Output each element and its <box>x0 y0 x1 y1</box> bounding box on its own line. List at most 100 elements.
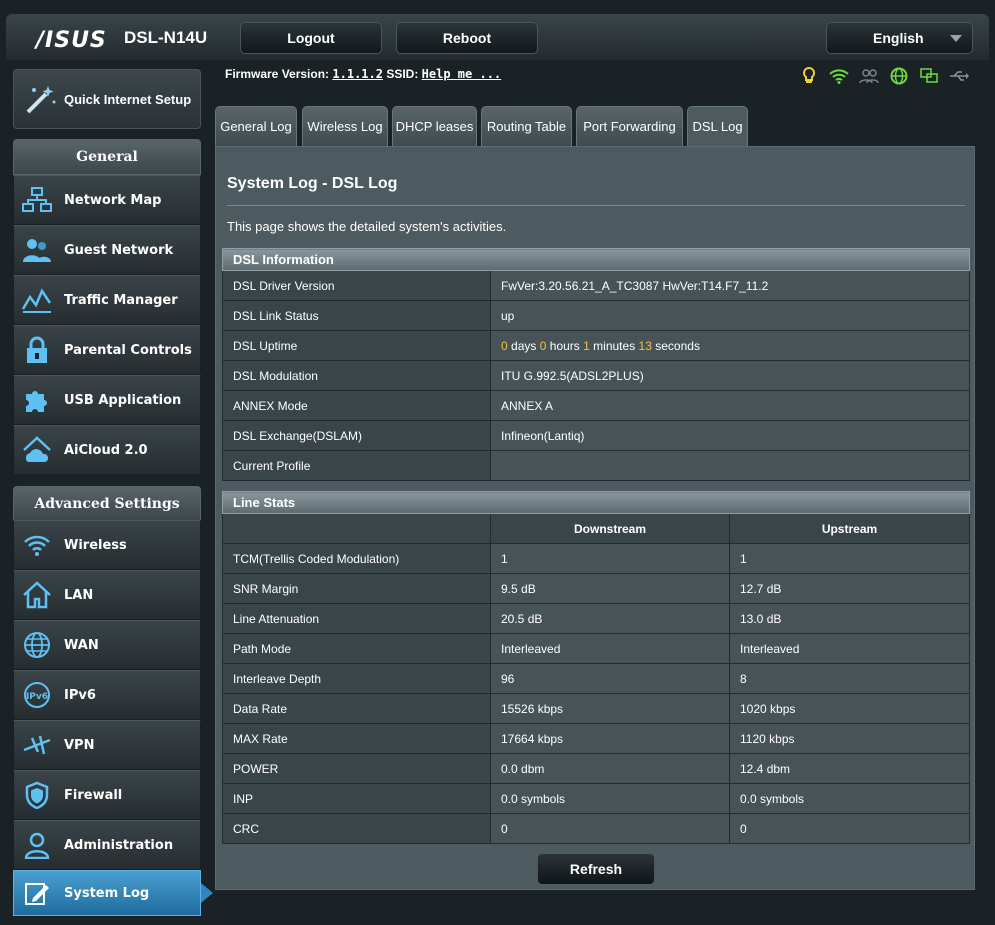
upstream-value: 1 <box>729 543 970 574</box>
table-row: MAX Rate 17664 kbps 1120 kbps <box>222 723 970 754</box>
sidebar-item-label: Wireless <box>64 537 127 553</box>
log-icon <box>22 878 52 908</box>
firmware-link[interactable]: 1.1.1.2 <box>332 67 383 81</box>
lightbulb-icon[interactable] <box>798 66 819 86</box>
sidebar-item-label: Administration <box>64 837 174 853</box>
sidebar-item-wan[interactable]: WAN <box>13 620 201 670</box>
sidebar-item-network-map[interactable]: Network Map <box>13 175 201 225</box>
row-key: POWER <box>222 753 491 784</box>
asus-logo: /ISUS <box>36 28 107 53</box>
tab-port-forwarding[interactable]: Port Forwarding <box>576 106 683 146</box>
upstream-value: Interleaved <box>729 633 970 664</box>
table-row: Current Profile <box>222 450 970 481</box>
sidebar-item-parental-controls[interactable]: Parental Controls <box>13 325 201 375</box>
table-row: CRC 0 0 <box>222 813 970 844</box>
wifi-icon[interactable] <box>828 66 849 86</box>
row-key: ANNEX Mode <box>222 390 491 421</box>
upstream-value: 12.7 dB <box>729 573 970 604</box>
downstream-value: 9.5 dB <box>490 573 730 604</box>
uptime-minutes: 1 <box>583 338 590 353</box>
sidebar-item-wireless[interactable]: Wireless <box>13 520 201 570</box>
downstream-value: 0.0 symbols <box>490 783 730 814</box>
refresh-button[interactable]: Refresh <box>537 853 655 885</box>
network-icon[interactable] <box>918 66 939 86</box>
table-row: DSL Uptime 0 days 0 hours 1 minutes 13 s… <box>222 330 970 361</box>
row-key: DSL Driver Version <box>222 270 491 301</box>
upstream-header: Upstream <box>729 513 970 544</box>
firmware-label: Firmware Version: <box>225 67 330 81</box>
table-row: POWER 0.0 dbm 12.4 dbm <box>222 753 970 784</box>
tab-wireless-log[interactable]: Wireless Log <box>302 106 388 146</box>
guest-network-icon <box>22 235 52 265</box>
sidebar-item-ipv6[interactable]: IPv6 IPv6 <box>13 670 201 720</box>
tab-dsl-log[interactable]: DSL Log <box>687 106 748 146</box>
downstream-value: 20.5 dB <box>490 603 730 634</box>
puzzle-icon <box>22 385 52 415</box>
sidebar-item-label: Network Map <box>64 192 162 208</box>
clients-icon[interactable] <box>858 66 879 86</box>
sidebar-item-label: IPv6 <box>64 687 96 703</box>
internet-globe-icon[interactable] <box>888 66 909 86</box>
upstream-value: 13.0 dB <box>729 603 970 634</box>
sidebar-item-system-log[interactable]: System Log <box>13 870 201 916</box>
language-label: English <box>873 30 924 46</box>
row-key: Data Rate <box>222 693 491 724</box>
main-panel: System Log - DSL Log This page shows the… <box>215 146 975 890</box>
tab-general-log[interactable]: General Log <box>215 106 297 146</box>
uptime-minutes-label: minutes <box>593 338 636 353</box>
downstream-value: 96 <box>490 663 730 694</box>
wifi-icon <box>22 530 52 560</box>
sidebar-item-vpn[interactable]: VPN <box>13 720 201 770</box>
usb-icon[interactable] <box>948 66 969 86</box>
quick-internet-setup-button[interactable]: Quick Internet Setup <box>13 69 201 129</box>
user-icon <box>22 830 52 860</box>
uptime-hours: 0 <box>539 338 547 353</box>
sidebar-item-aicloud[interactable]: AiCloud 2.0 <box>13 425 201 475</box>
cloud-icon <box>22 435 52 465</box>
row-key: MAX Rate <box>222 723 491 754</box>
sidebar-item-traffic-manager[interactable]: Traffic Manager <box>13 275 201 325</box>
table-row: DSL Link Status up <box>222 300 970 331</box>
ssid-link[interactable]: Help me ... <box>422 67 501 81</box>
sidebar-item-lan[interactable]: LAN <box>13 570 201 620</box>
tab-routing-table[interactable]: Routing Table <box>481 106 572 146</box>
reboot-button[interactable]: Reboot <box>396 22 538 54</box>
sidebar-item-label: AiCloud 2.0 <box>64 442 148 458</box>
sidebar-item-label: Firewall <box>64 787 123 803</box>
sidebar-item-usb-application[interactable]: USB Application <box>13 375 201 425</box>
sidebar-item-guest-network[interactable]: Guest Network <box>13 225 201 275</box>
sidebar-item-firewall[interactable]: Firewall <box>13 770 201 820</box>
line-stats-table: Line Stats Downstream Upstream TCM(Trell… <box>222 491 970 844</box>
title-divider <box>227 205 965 206</box>
sidebar-item-administration[interactable]: Administration <box>13 820 201 870</box>
dsl-information-caption: DSL Information <box>222 248 970 271</box>
uptime-seconds-label: seconds <box>655 338 700 353</box>
line-stats-caption: Line Stats <box>222 491 970 514</box>
downstream-value: Interleaved <box>490 633 730 664</box>
sidebar-item-label: WAN <box>64 637 99 653</box>
row-value: up <box>490 300 970 331</box>
top-banner: /ISUS DSL-N14U Logout Reboot English <box>6 14 989 60</box>
model-name: DSL-N14U <box>124 28 208 47</box>
upstream-value: 12.4 dbm <box>729 753 970 784</box>
row-key: DSL Uptime <box>222 330 491 361</box>
page-description: This page shows the detailed system's ac… <box>227 219 507 234</box>
table-row: DSL Exchange(DSLAM) Infineon(Lantiq) <box>222 420 970 451</box>
table-row: Path Mode Interleaved Interleaved <box>222 633 970 664</box>
table-row: TCM(Trellis Coded Modulation) 1 1 <box>222 543 970 574</box>
logout-button[interactable]: Logout <box>240 22 382 54</box>
row-key: DSL Modulation <box>222 360 491 391</box>
table-row: SNR Margin 9.5 dB 12.7 dB <box>222 573 970 604</box>
network-map-icon <box>22 185 52 215</box>
tab-dhcp-leases[interactable]: DHCP leases <box>392 106 477 146</box>
language-select[interactable]: English <box>826 22 973 54</box>
uptime-days-label: days <box>511 338 537 353</box>
row-value: FwVer:3.20.56.21_A_TC3087 HwVer:T14.F7_1… <box>490 270 970 301</box>
lock-icon <box>22 335 52 365</box>
row-key: TCM(Trellis Coded Modulation) <box>222 543 491 574</box>
downstream-header: Downstream <box>490 513 730 544</box>
empty-header-cell <box>222 513 491 544</box>
row-key: CRC <box>222 813 491 844</box>
row-key: Line Attenuation <box>222 603 491 634</box>
row-value: ANNEX A <box>490 390 970 421</box>
